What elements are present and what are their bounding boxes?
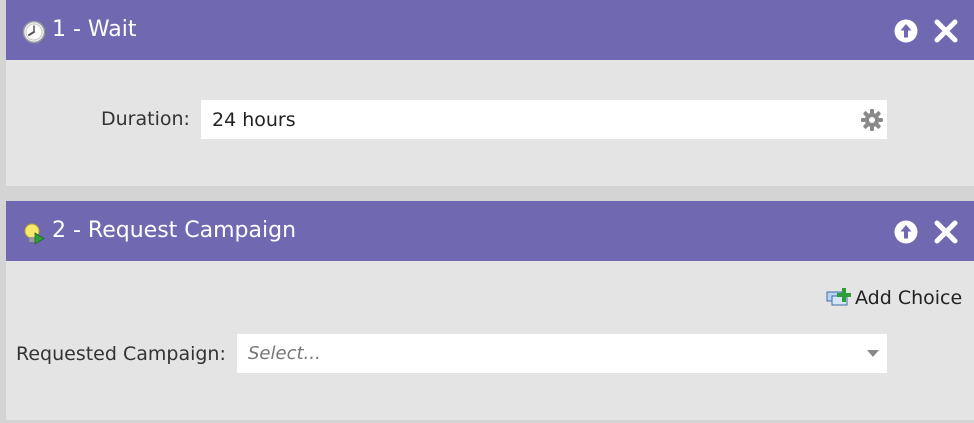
add-choice-icon <box>826 288 851 306</box>
gear-icon[interactable] <box>860 108 884 132</box>
move-up-icon[interactable] <box>893 18 919 44</box>
close-icon[interactable] <box>933 219 959 245</box>
step-title: 2 - Request Campaign <box>52 218 297 243</box>
lightbulb-run-icon <box>24 223 45 245</box>
requested-campaign-label: Requested Campaign: <box>16 343 226 365</box>
step-title: 1 - Wait <box>52 17 137 42</box>
move-up-icon[interactable] <box>893 219 919 245</box>
clock-icon <box>22 20 46 44</box>
step-header[interactable]: 2 - Request Campaign <box>6 201 974 261</box>
duration-label: Duration: <box>101 108 190 130</box>
step-header[interactable]: 1 - Wait <box>6 0 974 60</box>
flow-step-wait: 1 - Wait Duration: 24 hours <box>6 0 974 186</box>
add-choice-label: Add Choice <box>855 287 963 309</box>
flow-steps-canvas: 1 - Wait Duration: 24 hours 2 - Request … <box>0 0 974 423</box>
flow-step-request-campaign: 2 - Request Campaign Add Choice Requeste… <box>6 201 974 420</box>
close-icon[interactable] <box>933 18 959 44</box>
duration-field[interactable]: 24 hours <box>201 100 887 139</box>
duration-value: 24 hours <box>212 109 296 131</box>
chevron-down-icon[interactable] <box>866 349 880 358</box>
requested-campaign-placeholder: Select... <box>248 343 321 364</box>
requested-campaign-select[interactable]: Select... <box>237 334 887 373</box>
